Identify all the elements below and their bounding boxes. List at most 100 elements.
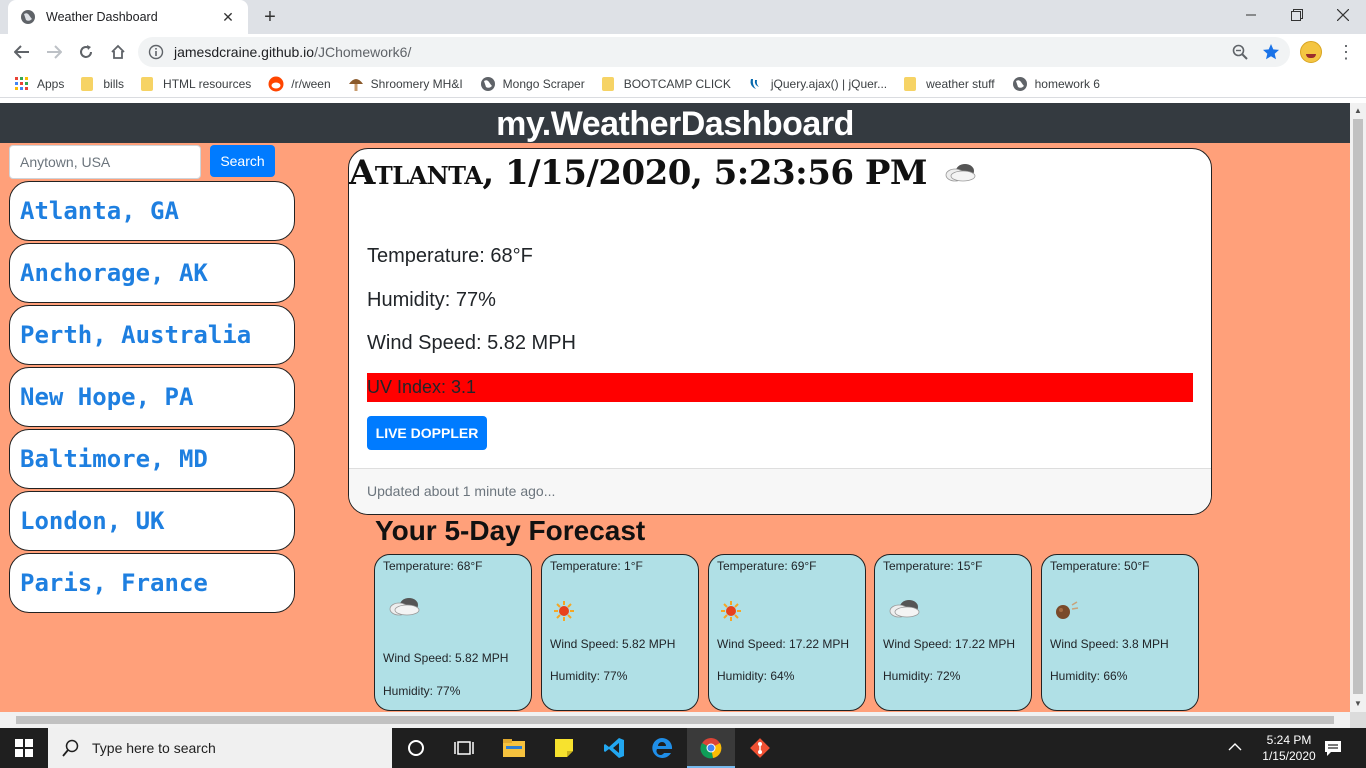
city-button-new-hope[interactable]: New Hope, PA <box>9 367 295 427</box>
current-weather-card: Atlanta, 1/15/2020, 5:23:56 PM Temperatu… <box>348 148 1212 515</box>
city-button-anchorage[interactable]: Anchorage, AK <box>9 243 295 303</box>
search-icon <box>62 739 79 757</box>
bookmark-r-ween[interactable]: /r/ween <box>268 76 331 92</box>
close-window-button[interactable] <box>1320 0 1366 30</box>
folder-icon <box>81 76 94 91</box>
minimize-button[interactable] <box>1228 0 1274 30</box>
zoom-icon[interactable] <box>1232 44 1248 60</box>
taskbar-search-box[interactable]: Type here to search <box>48 728 392 768</box>
city-button-perth[interactable]: Perth, Australia <box>9 305 295 365</box>
bookmark-star-icon[interactable] <box>1262 43 1280 61</box>
bookmark-label: HTML resources <box>163 76 252 91</box>
bookmark-jquery-ajax[interactable]: jQuery.ajax() | jQuer... <box>748 76 887 92</box>
bookmarks-bar: Apps bills HTML resources /r/ween Shroom… <box>0 70 1366 98</box>
address-bar[interactable]: jamesdcraine.github.io/JChomework6/ <box>138 37 1290 67</box>
bookmark-weather-stuff[interactable]: weather stuff <box>904 76 995 91</box>
forecast-wind: Wind Speed: 17.22 MPH <box>717 637 850 651</box>
taskbar-vscode[interactable] <box>590 728 638 768</box>
updated-text: Updated about 1 minute ago... <box>367 483 556 499</box>
bookmark-mongo-scraper[interactable]: Mongo Scraper <box>480 76 585 92</box>
scroll-up-icon[interactable]: ▲ <box>1354 106 1362 115</box>
close-icon <box>1337 9 1349 21</box>
notifications-icon[interactable] <box>1324 739 1342 757</box>
city-button-london[interactable]: London, UK <box>9 491 295 551</box>
bookmark-bills[interactable]: bills <box>81 76 124 91</box>
forecast-temperature: Temperature: 69°F <box>717 559 817 573</box>
bookmark-label: homework 6 <box>1034 76 1100 91</box>
site-title: my.WeatherDashboard <box>496 105 854 143</box>
new-tab-button[interactable]: + <box>258 5 282 29</box>
bookmark-apps[interactable]: Apps <box>14 76 64 92</box>
back-button[interactable] <box>8 38 36 66</box>
vertical-scrollbar[interactable]: ▲ ▼ <box>1350 103 1366 712</box>
bookmark-label: jQuery.ajax() | jQuer... <box>770 76 888 91</box>
current-city-date: Atlanta, 1/15/2020, 5:23:56 PM <box>349 153 928 193</box>
bookmark-label: /r/ween <box>291 76 331 91</box>
forward-button[interactable] <box>40 38 68 66</box>
profile-avatar[interactable] <box>1300 41 1322 63</box>
browser-tab[interactable]: Weather Dashboard ✕ <box>8 0 248 34</box>
start-button[interactable] <box>0 728 48 768</box>
edge-icon <box>652 737 673 758</box>
current-weather-heading: Atlanta, 1/15/2020, 5:23:56 PM <box>349 153 981 193</box>
card-footer: Updated about 1 minute ago... <box>349 468 1211 514</box>
taskbar-edge[interactable] <box>638 728 686 768</box>
close-tab-icon[interactable]: ✕ <box>220 9 236 26</box>
search-button[interactable]: Search <box>210 145 275 177</box>
forecast-humidity: Humidity: 77% <box>383 684 461 698</box>
taskbar-git[interactable] <box>736 728 784 768</box>
page-viewport: my.WeatherDashboard Anytown, USA Search … <box>0 103 1350 712</box>
horizontal-scrollbar[interactable] <box>0 712 1350 728</box>
browser-tab-strip: Weather Dashboard ✕ + <box>0 0 1366 34</box>
taskbar-sticky-notes[interactable] <box>540 728 588 768</box>
tray-chevron-up-icon[interactable] <box>1228 742 1242 752</box>
back-arrow-icon <box>14 45 29 59</box>
vertical-scroll-thumb[interactable] <box>1353 119 1363 694</box>
bookmark-bootcamp-click[interactable]: BOOTCAMP CLICK <box>601 76 731 91</box>
globe-icon <box>21 10 35 24</box>
task-view-button[interactable] <box>440 728 488 768</box>
forecast-temperature: Temperature: 68°F <box>383 559 483 573</box>
city-button-paris[interactable]: Paris, France <box>9 553 295 613</box>
city-button-baltimore[interactable]: Baltimore, MD <box>9 429 295 489</box>
forecast-wind: Wind Speed: 17.22 MPH <box>883 637 1016 651</box>
live-doppler-button[interactable]: LIVE DOPPLER <box>367 416 487 450</box>
reload-button[interactable] <box>72 38 100 66</box>
taskbar-file-explorer[interactable] <box>490 728 538 768</box>
taskbar-search-placeholder: Type here to search <box>92 740 216 756</box>
bookmark-shroomery[interactable]: Shroomery MH&I <box>348 76 463 92</box>
reload-icon <box>80 45 92 58</box>
horizontal-scroll-thumb[interactable] <box>16 716 1334 724</box>
restore-button[interactable] <box>1274 0 1320 30</box>
clock-date: 1/15/2020 <box>1262 749 1316 763</box>
bookmark-html-resources[interactable]: HTML resources <box>141 76 252 91</box>
forecast-humidity: Humidity: 72% <box>883 669 961 683</box>
bookmark-label: Apps <box>37 76 65 91</box>
url-host: jamesdcraine.github.io <box>174 44 315 60</box>
globe-icon <box>480 76 495 91</box>
browser-menu-icon[interactable]: ⋮ <box>1334 40 1358 64</box>
home-button[interactable] <box>104 38 132 66</box>
forecast-temperature: Temperature: 15°F <box>883 559 983 573</box>
url-path: /JChomework6/ <box>314 44 412 60</box>
info-icon[interactable] <box>148 44 164 60</box>
folder-icon <box>141 76 154 91</box>
city-button-atlanta[interactable]: Atlanta, GA <box>9 181 295 241</box>
chrome-icon <box>700 738 722 759</box>
reddit-icon <box>268 76 284 91</box>
forecast-row: Temperature: 68°F Wind Speed: 5.82 MPH H… <box>374 554 1204 712</box>
tab-title: Weather Dashboard <box>46 10 158 24</box>
taskbar-clock[interactable]: 5:24 PM 1/15/2020 <box>1256 732 1322 764</box>
forecast-wind: Wind Speed: 3.8 MPH <box>1050 637 1169 651</box>
current-temperature: Temperature: 68°F <box>367 245 533 267</box>
cloud-icon <box>945 164 976 182</box>
scroll-down-icon[interactable]: ▼ <box>1354 699 1362 708</box>
city-search-input[interactable]: Anytown, USA <box>9 145 201 179</box>
taskbar-chrome[interactable] <box>687 728 735 768</box>
bookmark-homework-6[interactable]: homework 6 <box>1012 76 1100 92</box>
current-wind-speed: Wind Speed: 5.82 MPH <box>367 332 576 354</box>
task-view-icon <box>454 741 474 755</box>
forecast-card: Temperature: 15°F Wind Speed: 17.22 MPH … <box>874 554 1032 711</box>
forecast-wind: Wind Speed: 5.82 MPH <box>550 637 676 651</box>
cortana-button[interactable] <box>392 728 440 768</box>
